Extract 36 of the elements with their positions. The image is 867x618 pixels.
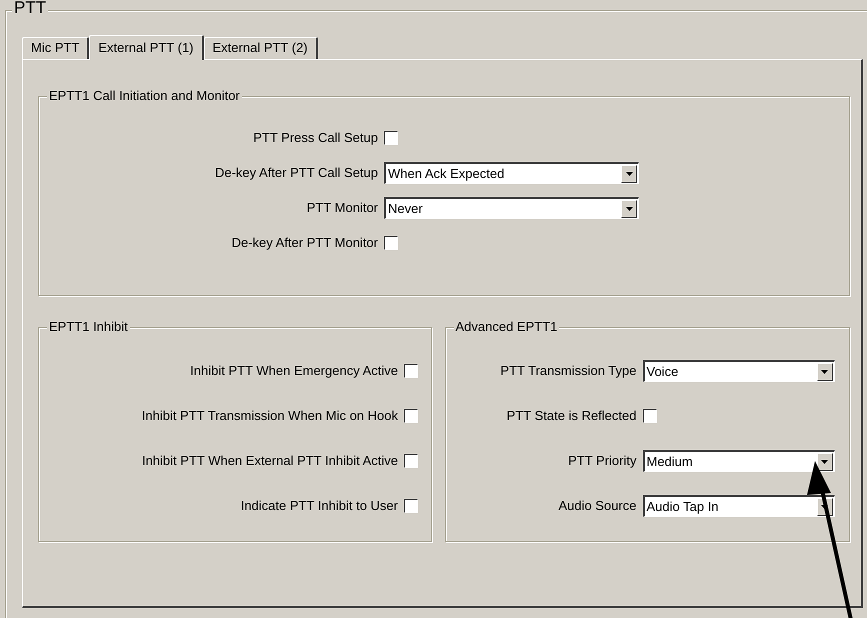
caret-down-icon xyxy=(821,504,828,508)
caret-down-icon xyxy=(626,206,632,210)
checkbox[interactable] xyxy=(384,131,398,145)
field-label: Inhibit PTT When External PTT Inhibit Active xyxy=(140,452,398,470)
dropdown[interactable]: Never xyxy=(384,197,639,219)
tab[interactable]: External PTT (2) xyxy=(204,37,318,59)
field-label: Indicate PTT Inhibit to User xyxy=(240,497,398,516)
dropdown[interactable]: Voice xyxy=(642,360,834,382)
dropdown[interactable]: Medium xyxy=(642,450,834,472)
field-label: Inhibit PTT Transmission When Mic on Hook xyxy=(140,407,398,426)
dropdown-button[interactable] xyxy=(621,164,637,182)
checkbox[interactable] xyxy=(404,409,418,423)
dropdown[interactable]: Audio Tap In xyxy=(642,495,834,517)
caret-down-icon xyxy=(626,172,632,176)
dropdown[interactable]: When Ack Expected xyxy=(384,162,639,184)
field-label: De-key After PTT Call Setup xyxy=(214,164,378,182)
field-label: Inhibit PTT When Emergency Active xyxy=(189,362,398,380)
tab[interactable]: Mic PTT xyxy=(22,37,90,59)
field-label: PTT Transmission Type xyxy=(499,362,636,380)
caret-down-icon xyxy=(821,370,828,374)
dropdown-button[interactable] xyxy=(621,200,637,218)
checkbox[interactable] xyxy=(642,409,656,423)
field-label: PTT Press Call Setup xyxy=(252,129,378,148)
tab[interactable]: External PTT (1) xyxy=(89,35,204,60)
checkbox[interactable] xyxy=(404,499,418,513)
dropdown-button[interactable] xyxy=(816,452,832,470)
checkbox[interactable] xyxy=(404,454,418,468)
field-label: PTT State is Reflected xyxy=(506,407,636,426)
dropdown-button[interactable] xyxy=(816,362,832,380)
caret-down-icon xyxy=(821,460,828,464)
checkbox[interactable] xyxy=(384,236,398,250)
field-label: Audio Source xyxy=(557,497,636,516)
field-label: De-key After PTT Monitor xyxy=(230,234,378,252)
field-label: PTT Monitor xyxy=(306,199,378,218)
checkbox[interactable] xyxy=(404,364,418,378)
field-label: PTT Priority xyxy=(567,452,636,470)
